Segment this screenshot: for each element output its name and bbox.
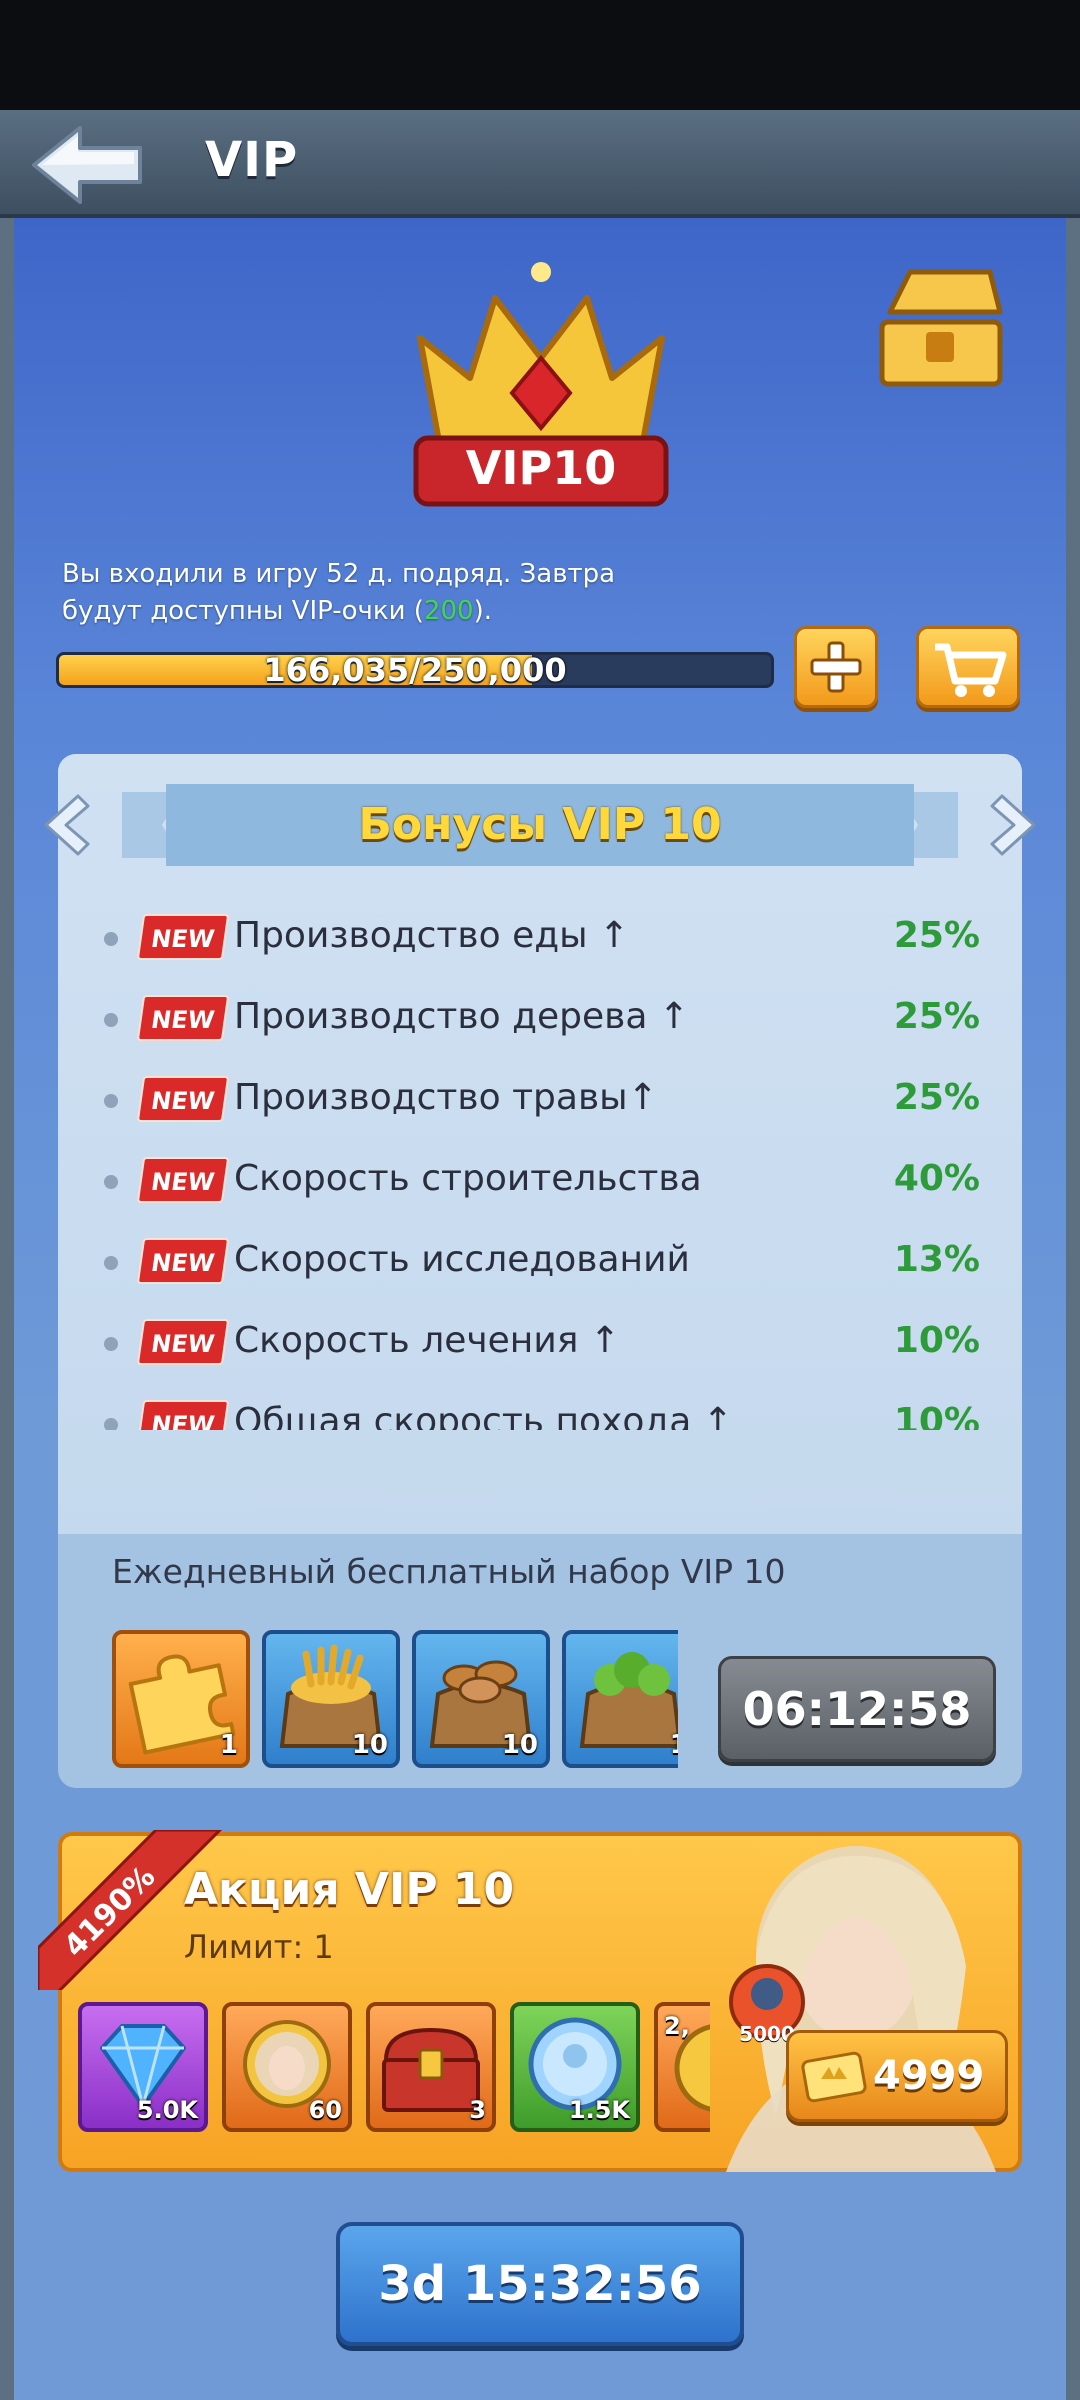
add-vip-points-button[interactable] <box>794 626 878 708</box>
top-bar: VIP <box>0 110 1080 218</box>
bonus-list[interactable]: NEW Производство еды ↑ 25% NEW Производс… <box>58 900 1022 1430</box>
frame-left <box>0 218 14 2400</box>
promo-item[interactable]: 2, <box>654 2002 710 2132</box>
plus-icon <box>810 641 862 693</box>
bonus-name: Производство еды ↑ <box>234 915 630 956</box>
buy-price: 4999 <box>873 2053 985 2099</box>
new-badge: NEW <box>136 1076 230 1122</box>
promo-title: Акция VIP 10 <box>184 1864 515 1915</box>
bullet-icon <box>104 1175 118 1189</box>
bonus-row: NEW Скорость лечения ↑ 10% <box>58 1311 1022 1371</box>
bonus-name: Скорость строительства <box>234 1158 702 1199</box>
next-level-arrow-icon[interactable] <box>984 790 1046 860</box>
new-badge: NEW <box>136 1400 230 1430</box>
vip-level-badge: VIP10 <box>466 441 616 495</box>
buy-promo-button[interactable]: 4999 <box>786 2030 1008 2122</box>
vip-progress-bar: 166,035/250,000 <box>56 652 774 688</box>
bonus-value: 40% <box>893 1158 980 1199</box>
bonus-name: Скорость исследований <box>234 1239 690 1280</box>
bonus-row: NEW Скорость строительства 40% <box>58 1149 1022 1209</box>
new-badge: NEW <box>136 995 230 1041</box>
vip-chest-icon[interactable] <box>870 262 1010 402</box>
promo-item[interactable]: 1.5K <box>510 2002 640 2132</box>
bonus-row: NEW Общая скорость похода ↑ 10% <box>58 1392 1022 1430</box>
promo-item[interactable]: 3 <box>366 2002 496 2132</box>
bullet-icon <box>104 1256 118 1270</box>
herb-sack-icon <box>579 1652 678 1748</box>
bullet-icon <box>104 1337 118 1351</box>
bonus-value: 25% <box>893 996 980 1037</box>
progress-label: 166,035/250,000 <box>263 652 567 688</box>
new-badge: NEW <box>136 1238 230 1284</box>
bullet-icon <box>104 932 118 946</box>
promo-item[interactable]: 60 <box>222 2002 352 2132</box>
vip-crown-icon: VIP10 <box>413 262 669 507</box>
daily-item[interactable]: 10 <box>412 1630 550 1768</box>
new-badge: NEW <box>136 1319 230 1365</box>
bonus-row: NEW Скорость исследований 13% <box>58 1230 1022 1290</box>
bonus-value: 13% <box>893 1239 980 1280</box>
status-bar <box>0 0 1080 110</box>
login-text-end: ). <box>473 596 492 626</box>
prev-level-arrow-icon[interactable] <box>34 790 96 860</box>
cart-icon <box>935 643 1007 697</box>
page-title: VIP <box>205 132 299 188</box>
promo-items-row[interactable]: 5.0K 60 3 1.5K 2, <box>78 2000 710 2136</box>
daily-items-row[interactable]: 1 10 10 1 <box>112 1626 678 1774</box>
promo-countdown-button[interactable]: 3d 15:32:56 <box>336 2222 744 2346</box>
promo-limit: Лимит: 1 <box>184 1928 334 1966</box>
bonus-row: NEW Производство еды ↑ 25% <box>58 906 1022 966</box>
item-count: 1.5K <box>568 2096 630 2124</box>
bonus-value: 10% <box>893 1320 980 1361</box>
bonus-name: Производство травы↑ <box>234 1077 658 1118</box>
frame-right <box>1066 218 1080 2400</box>
new-badge: NEW <box>136 1157 230 1203</box>
bonus-name: Скорость лечения ↑ <box>234 1320 620 1361</box>
new-badge: NEW <box>136 914 230 960</box>
bonus-row: NEW Производство травы↑ 25% <box>58 1068 1022 1128</box>
item-count: 60 <box>308 2096 342 2124</box>
vip-ticket-icon <box>801 2051 867 2103</box>
bonus-name: Производство дерева ↑ <box>234 996 689 1037</box>
back-arrow-icon <box>32 126 142 204</box>
bonus-value: 25% <box>893 915 980 956</box>
bonus-value: 10% <box>893 1401 980 1430</box>
bullet-icon <box>104 1013 118 1027</box>
bonus-value: 25% <box>893 1077 980 1118</box>
bonus-title: Бонусы VIP 10 <box>358 799 722 850</box>
item-count: 1 <box>670 1730 678 1760</box>
item-count: 10 <box>351 1730 388 1760</box>
item-count: 2, <box>664 2012 690 2040</box>
daily-item[interactable]: 1 <box>562 1630 678 1768</box>
bonus-name: Общая скорость похода ↑ <box>234 1401 733 1430</box>
daily-pack-title: Ежедневный бесплатный набор VIP 10 <box>112 1552 786 1591</box>
item-count: 1 <box>219 1730 238 1760</box>
daily-timer-button[interactable]: 06:12:58 <box>718 1656 996 1762</box>
bullet-icon <box>104 1094 118 1108</box>
login-streak-text: Вы входили в игру 52 д. подряд. Завтра б… <box>62 556 662 630</box>
promo-item[interactable]: 5.0K <box>78 2002 208 2132</box>
daily-item[interactable]: 1 <box>112 1630 250 1768</box>
daily-item[interactable]: 10 <box>262 1630 400 1768</box>
login-text-main: Вы входили в игру 52 д. подряд. Завтра б… <box>62 559 616 626</box>
bullet-icon <box>104 1418 118 1430</box>
bonus-row: NEW Производство дерева ↑ 25% <box>58 987 1022 1047</box>
item-count: 10 <box>501 1730 538 1760</box>
item-count: 5.0K <box>136 2096 198 2124</box>
item-count: 3 <box>469 2096 486 2124</box>
back-button[interactable] <box>28 122 148 208</box>
login-points: 200 <box>423 596 474 626</box>
shop-cart-button[interactable] <box>916 626 1020 708</box>
